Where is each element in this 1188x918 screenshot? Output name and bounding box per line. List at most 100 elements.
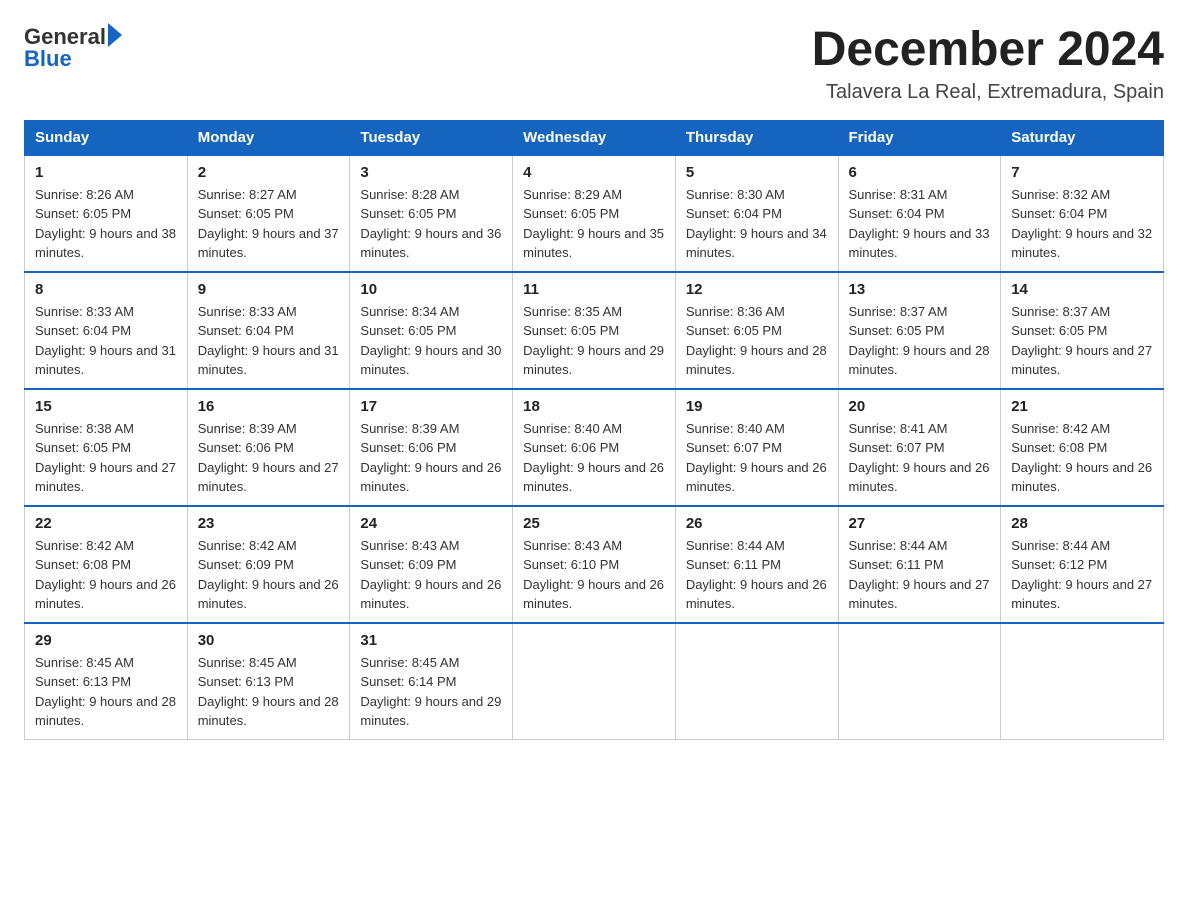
week-row-2: 8Sunrise: 8:33 AMSunset: 6:04 PMDaylight… [25, 272, 1164, 389]
calendar-cell: 15 Sunrise: 8:38 AMSunset: 6:05 PMDayligh… [25, 389, 188, 506]
day-number: 18 [523, 398, 665, 415]
day-info: Sunrise: 8:44 AMSunset: 6:11 PMDaylight:… [849, 536, 991, 614]
calendar-cell [838, 623, 1001, 740]
calendar-cell: 28 Sunrise: 8:44 AMSunset: 6:12 PMDayligh… [1001, 506, 1164, 623]
calendar-cell: 24 Sunrise: 8:43 AMSunset: 6:09 PMDayligh… [350, 506, 513, 623]
calendar-cell: 1Sunrise: 8:26 AMSunset: 6:05 PMDaylight… [25, 155, 188, 272]
day-number: 26 [686, 515, 828, 532]
day-info: Sunrise: 8:32 AMSunset: 6:04 PMDaylight:… [1011, 185, 1153, 263]
day-info: Sunrise: 8:33 AMSunset: 6:04 PMDaylight:… [198, 302, 340, 380]
day-info: Sunrise: 8:36 AMSunset: 6:05 PMDaylight:… [686, 302, 828, 380]
day-info: Sunrise: 8:45 AMSunset: 6:13 PMDaylight:… [198, 653, 340, 731]
calendar-cell: 26 Sunrise: 8:44 AMSunset: 6:11 PMDayligh… [675, 506, 838, 623]
calendar-cell: 17 Sunrise: 8:39 AMSunset: 6:06 PMDayligh… [350, 389, 513, 506]
calendar-cell: 27 Sunrise: 8:44 AMSunset: 6:11 PMDayligh… [838, 506, 1001, 623]
day-number: 9 [198, 281, 340, 298]
day-number: 5 [686, 164, 828, 181]
day-info: Sunrise: 8:31 AMSunset: 6:04 PMDaylight:… [849, 185, 991, 263]
calendar-cell: 21 Sunrise: 8:42 AMSunset: 6:08 PMDayligh… [1001, 389, 1164, 506]
day-info: Sunrise: 8:43 AMSunset: 6:09 PMDaylight:… [360, 536, 502, 614]
day-number: 13 [849, 281, 991, 298]
calendar-cell [675, 623, 838, 740]
calendar-cell: 10 Sunrise: 8:34 AMSunset: 6:05 PMDayligh… [350, 272, 513, 389]
day-header-saturday: Saturday [1001, 120, 1164, 155]
day-number: 16 [198, 398, 340, 415]
calendar-cell: 29 Sunrise: 8:45 AMSunset: 6:13 PMDayligh… [25, 623, 188, 740]
day-info: Sunrise: 8:43 AMSunset: 6:10 PMDaylight:… [523, 536, 665, 614]
day-number: 17 [360, 398, 502, 415]
calendar-cell: 20 Sunrise: 8:41 AMSunset: 6:07 PMDayligh… [838, 389, 1001, 506]
calendar-cell: 22 Sunrise: 8:42 AMSunset: 6:08 PMDayligh… [25, 506, 188, 623]
day-number: 24 [360, 515, 502, 532]
day-number: 1 [35, 164, 177, 181]
week-row-1: 1Sunrise: 8:26 AMSunset: 6:05 PMDaylight… [25, 155, 1164, 272]
calendar-cell: 5 Sunrise: 8:30 AMSunset: 6:04 PMDaylight… [675, 155, 838, 272]
calendar-header: SundayMondayTuesdayWednesdayThursdayFrid… [25, 120, 1164, 155]
week-row-3: 15 Sunrise: 8:38 AMSunset: 6:05 PMDayligh… [25, 389, 1164, 506]
day-info: Sunrise: 8:37 AMSunset: 6:05 PMDaylight:… [849, 302, 991, 380]
day-info: Sunrise: 8:42 AMSunset: 6:08 PMDaylight:… [35, 536, 177, 614]
logo-arrow-icon [108, 23, 122, 47]
day-header-thursday: Thursday [675, 120, 838, 155]
header: General Blue December 2024 Talavera La R… [24, 24, 1164, 104]
calendar-cell: 25 Sunrise: 8:43 AMSunset: 6:10 PMDayligh… [513, 506, 676, 623]
day-number: 28 [1011, 515, 1153, 532]
calendar-cell: 16 Sunrise: 8:39 AMSunset: 6:06 PMDayligh… [187, 389, 350, 506]
day-number: 2 [198, 164, 340, 181]
day-info: Sunrise: 8:39 AMSunset: 6:06 PMDaylight:… [360, 419, 502, 497]
day-info: Sunrise: 8:44 AMSunset: 6:11 PMDaylight:… [686, 536, 828, 614]
calendar-cell: 30 Sunrise: 8:45 AMSunset: 6:13 PMDayligh… [187, 623, 350, 740]
day-number: 3 [360, 164, 502, 181]
day-header-wednesday: Wednesday [513, 120, 676, 155]
day-number: 4 [523, 164, 665, 181]
day-info: Sunrise: 8:45 AMSunset: 6:14 PMDaylight:… [360, 653, 502, 731]
calendar-cell [513, 623, 676, 740]
calendar-cell: 8Sunrise: 8:33 AMSunset: 6:04 PMDaylight… [25, 272, 188, 389]
day-number: 21 [1011, 398, 1153, 415]
day-number: 27 [849, 515, 991, 532]
day-number: 7 [1011, 164, 1153, 181]
day-number: 20 [849, 398, 991, 415]
day-number: 11 [523, 281, 665, 298]
calendar-cell: 7 Sunrise: 8:32 AMSunset: 6:04 PMDaylight… [1001, 155, 1164, 272]
calendar-cell: 18 Sunrise: 8:40 AMSunset: 6:06 PMDayligh… [513, 389, 676, 506]
day-info: Sunrise: 8:39 AMSunset: 6:06 PMDaylight:… [198, 419, 340, 497]
calendar-cell: 31Sunrise: 8:45 AMSunset: 6:14 PMDayligh… [350, 623, 513, 740]
day-info: Sunrise: 8:45 AMSunset: 6:13 PMDaylight:… [35, 653, 177, 731]
calendar-cell: 19Sunrise: 8:40 AMSunset: 6:07 PMDayligh… [675, 389, 838, 506]
logo-blue-text: Blue [24, 46, 72, 72]
day-info: Sunrise: 8:28 AMSunset: 6:05 PMDaylight:… [360, 185, 502, 263]
logo: General Blue [24, 24, 122, 72]
day-header-sunday: Sunday [25, 120, 188, 155]
day-number: 29 [35, 632, 177, 649]
day-info: Sunrise: 8:40 AMSunset: 6:07 PMDaylight:… [686, 419, 828, 497]
day-info: Sunrise: 8:42 AMSunset: 6:09 PMDaylight:… [198, 536, 340, 614]
day-number: 22 [35, 515, 177, 532]
day-number: 10 [360, 281, 502, 298]
day-info: Sunrise: 8:42 AMSunset: 6:08 PMDaylight:… [1011, 419, 1153, 497]
day-number: 30 [198, 632, 340, 649]
day-header-friday: Friday [838, 120, 1001, 155]
day-info: Sunrise: 8:27 AMSunset: 6:05 PMDaylight:… [198, 185, 340, 263]
day-info: Sunrise: 8:29 AMSunset: 6:05 PMDaylight:… [523, 185, 665, 263]
calendar-subtitle: Talavera La Real, Extremadura, Spain [812, 81, 1164, 104]
day-number: 15 [35, 398, 177, 415]
day-info: Sunrise: 8:40 AMSunset: 6:06 PMDaylight:… [523, 419, 665, 497]
day-header-monday: Monday [187, 120, 350, 155]
day-header-tuesday: Tuesday [350, 120, 513, 155]
day-info: Sunrise: 8:38 AMSunset: 6:05 PMDaylight:… [35, 419, 177, 497]
day-number: 25 [523, 515, 665, 532]
week-row-4: 22 Sunrise: 8:42 AMSunset: 6:08 PMDayligh… [25, 506, 1164, 623]
day-info: Sunrise: 8:44 AMSunset: 6:12 PMDaylight:… [1011, 536, 1153, 614]
calendar-cell: 14Sunrise: 8:37 AMSunset: 6:05 PMDayligh… [1001, 272, 1164, 389]
day-info: Sunrise: 8:30 AMSunset: 6:04 PMDaylight:… [686, 185, 828, 263]
day-number: 6 [849, 164, 991, 181]
calendar-title: December 2024 [812, 24, 1164, 77]
calendar-cell: 11Sunrise: 8:35 AMSunset: 6:05 PMDayligh… [513, 272, 676, 389]
week-row-5: 29 Sunrise: 8:45 AMSunset: 6:13 PMDayligh… [25, 623, 1164, 740]
day-info: Sunrise: 8:34 AMSunset: 6:05 PMDaylight:… [360, 302, 502, 380]
calendar-cell: 12Sunrise: 8:36 AMSunset: 6:05 PMDayligh… [675, 272, 838, 389]
day-info: Sunrise: 8:41 AMSunset: 6:07 PMDaylight:… [849, 419, 991, 497]
day-number: 23 [198, 515, 340, 532]
day-info: Sunrise: 8:37 AMSunset: 6:05 PMDaylight:… [1011, 302, 1153, 380]
